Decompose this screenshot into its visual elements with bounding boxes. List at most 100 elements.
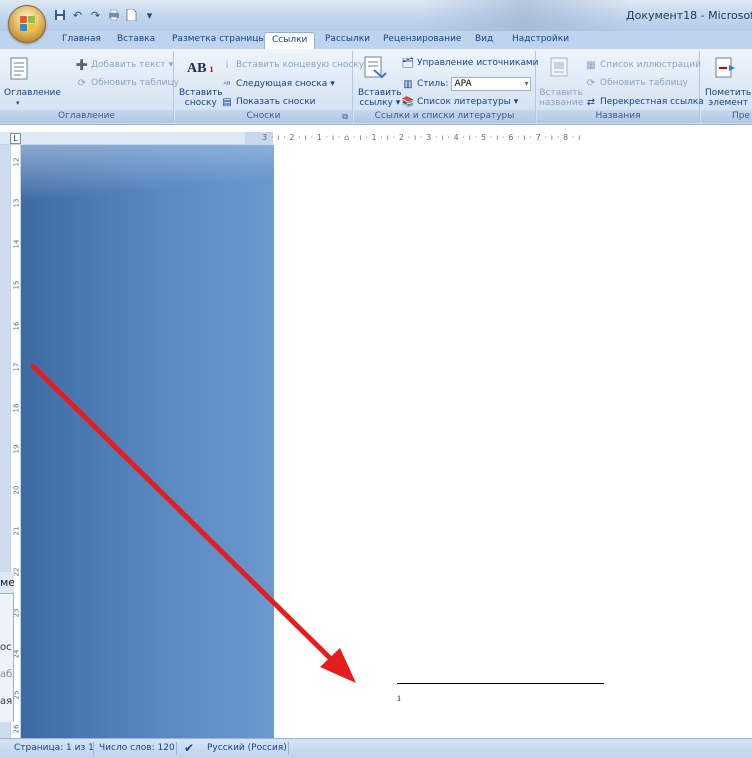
insert-caption-button[interactable]: Вставить название [539, 88, 583, 108]
status-separator [93, 742, 94, 755]
status-page[interactable]: Страница: 1 из 1 [14, 743, 94, 753]
update-table-icon: ⟳ [586, 77, 596, 89]
toc-button[interactable]: Оглавление [4, 88, 61, 98]
customize-qat-icon[interactable]: ▾ [142, 8, 157, 23]
style-selector[interactable]: ▥ Стиль: APA [402, 77, 532, 91]
group-label-captions: Названия [537, 110, 699, 123]
next-footnote-icon: ᴬᴮ [223, 79, 231, 89]
update-toc-button[interactable]: ⟳ Обновить таблицу [76, 77, 179, 89]
endnote-icon: ⅰ [225, 59, 229, 71]
tab-insert[interactable]: Вставка [117, 34, 155, 49]
side-panel-item[interactable]: абл [0, 669, 14, 680]
ab-sup: 1 [209, 64, 214, 74]
mark-entry-line1: Пометить [705, 88, 752, 98]
save-icon[interactable] [52, 8, 67, 23]
add-text-label: Добавить текст [91, 60, 166, 70]
tab-review[interactable]: Рецензирование [383, 34, 461, 49]
vruler-num: 18 [12, 403, 21, 413]
vruler-num: 12 [12, 157, 21, 167]
footnotes-label-text: Сноски [246, 111, 281, 121]
title-bar: ↶ ↷ ▾ Документ18 - Microsoft W [0, 0, 752, 32]
tab-view[interactable]: Вид [475, 34, 493, 49]
insert-caption-line1: Вставить [539, 88, 583, 98]
office-logo-icon [20, 16, 36, 32]
insert-citation-button[interactable]: Вставить ссылку ▾ [358, 88, 402, 108]
insert-endnote-label: Вставить концевую сноску [236, 60, 365, 70]
footnote-separator [397, 683, 604, 684]
tab-add-ins[interactable]: Надстройки [512, 34, 569, 49]
ruler-scale: 3 · ı · 2 · ı · 1 · ı · ⌂ · ı · 1 · ı · … [262, 133, 582, 142]
document-workspace [21, 145, 274, 738]
bibliography-icon: 📚 [401, 96, 415, 108]
table-of-figures-button[interactable]: ▦ Список иллюстраций [585, 59, 701, 71]
group-captions: Вставить название ▦ Список иллюстраций ⟳ О… [537, 51, 704, 123]
next-footnote-label: Следующая сноска [236, 79, 328, 89]
toc-dropdown-icon[interactable]: ▾ [16, 99, 20, 107]
chevron-down-icon: ▾ [330, 79, 335, 89]
tab-home[interactable]: Главная [62, 34, 101, 49]
tab-page-layout[interactable]: Разметка страницы [172, 34, 266, 49]
next-footnote-button[interactable]: ᴬᴮ Следующая сноска ▾ [221, 78, 335, 90]
manage-sources-label: Управление источниками [417, 58, 539, 68]
group-citations: Вставить ссылку ▾ 🗂 Управление источникам… [354, 51, 539, 123]
status-words[interactable]: Число слов: 120 [99, 743, 175, 753]
show-notes-button[interactable]: ▤ Показать сноски [221, 96, 316, 108]
status-separator [176, 742, 177, 755]
show-notes-label: Показать сноски [236, 97, 316, 107]
style-dropdown[interactable]: APA [451, 77, 532, 91]
insert-footnote-button[interactable]: Вставить сноску [179, 88, 223, 108]
vruler-num: 20 [12, 485, 21, 495]
cross-reference-icon: ⇄ [586, 96, 596, 108]
new-document-icon[interactable] [124, 8, 139, 23]
tab-selector[interactable]: L [10, 133, 21, 144]
insert-citation-line2: ссылку [359, 98, 393, 108]
group-label-index: Пре [701, 110, 752, 123]
spellcheck-icon[interactable]: ✔ [184, 741, 194, 755]
mark-entry-icon [713, 57, 739, 81]
insert-citation-line2-wrap: ссылку ▾ [359, 98, 401, 108]
horizontal-ruler[interactable]: 3 · ı · 2 · ı · 1 · ı · ⌂ · ı · 1 · ı · … [0, 132, 752, 145]
dialog-launcher-icon[interactable]: ⧉ [342, 110, 348, 123]
document-page[interactable]: 1 [274, 145, 752, 738]
side-panel: ме ос абл ая [0, 572, 14, 722]
tab-references[interactable]: Ссылки [264, 32, 316, 50]
ab-sample: AB [187, 61, 207, 76]
group-toc: Оглавление ▾ ➕ Добавить текст ▾ ⟳ Обновить … [0, 51, 179, 123]
redo-icon[interactable]: ↷ [88, 8, 103, 23]
cross-reference-label: Перекрестная ссылка [600, 97, 704, 107]
vruler-num: 14 [12, 239, 21, 249]
insert-citation-icon [362, 55, 388, 79]
ribbon: Оглавление ▾ ➕ Добавить текст ▾ ⟳ Обновить … [0, 49, 752, 125]
side-panel-item[interactable]: ос [0, 642, 14, 653]
print-icon[interactable] [106, 8, 121, 23]
toc-button-label: Оглавление [4, 88, 61, 98]
office-button[interactable] [8, 5, 46, 43]
manage-sources-icon: 🗂 [401, 57, 415, 69]
show-notes-icon: ▤ [222, 96, 232, 108]
status-language[interactable]: Русский (Россия) [207, 743, 287, 753]
update-figures-button[interactable]: ⟳ Обновить таблицу [585, 77, 688, 89]
undo-icon[interactable]: ↶ [70, 8, 85, 23]
ribbon-tabs: Главная Вставка Разметка страницы Ссылки… [0, 31, 752, 50]
window-title: Документ18 - Microsoft W [626, 9, 752, 22]
update-figures-label: Обновить таблицу [600, 78, 688, 88]
table-of-figures-icon: ▦ [586, 59, 596, 71]
add-text-icon: ➕ [75, 59, 89, 71]
bibliography-label: Список литературы [417, 97, 511, 107]
mark-entry-button[interactable]: Пометить элемент [705, 88, 751, 108]
manage-sources-button[interactable]: 🗂 Управление источниками [402, 57, 539, 69]
add-text-button[interactable]: ➕ Добавить текст ▾ [76, 59, 173, 71]
tab-mailings[interactable]: Рассылки [325, 34, 370, 49]
side-panel-item[interactable]: ая [0, 696, 14, 707]
footnote-number: 1 [397, 694, 401, 703]
vruler-num: 17 [12, 362, 21, 372]
vruler-num: 13 [12, 198, 21, 208]
style-icon: ▥ [403, 78, 413, 90]
insert-endnote-button[interactable]: ⅰ Вставить концевую сноску [221, 59, 364, 71]
toc-icon [8, 57, 34, 81]
bibliography-button[interactable]: 📚 Список литературы ▾ [401, 96, 519, 108]
cross-reference-button[interactable]: ⇄ Перекрестная ссылка [585, 96, 704, 108]
group-label-citations: Ссылки и списки литературы [354, 110, 535, 123]
update-table-icon: ⟳ [77, 77, 87, 89]
quick-access-toolbar: ↶ ↷ ▾ [52, 6, 157, 24]
